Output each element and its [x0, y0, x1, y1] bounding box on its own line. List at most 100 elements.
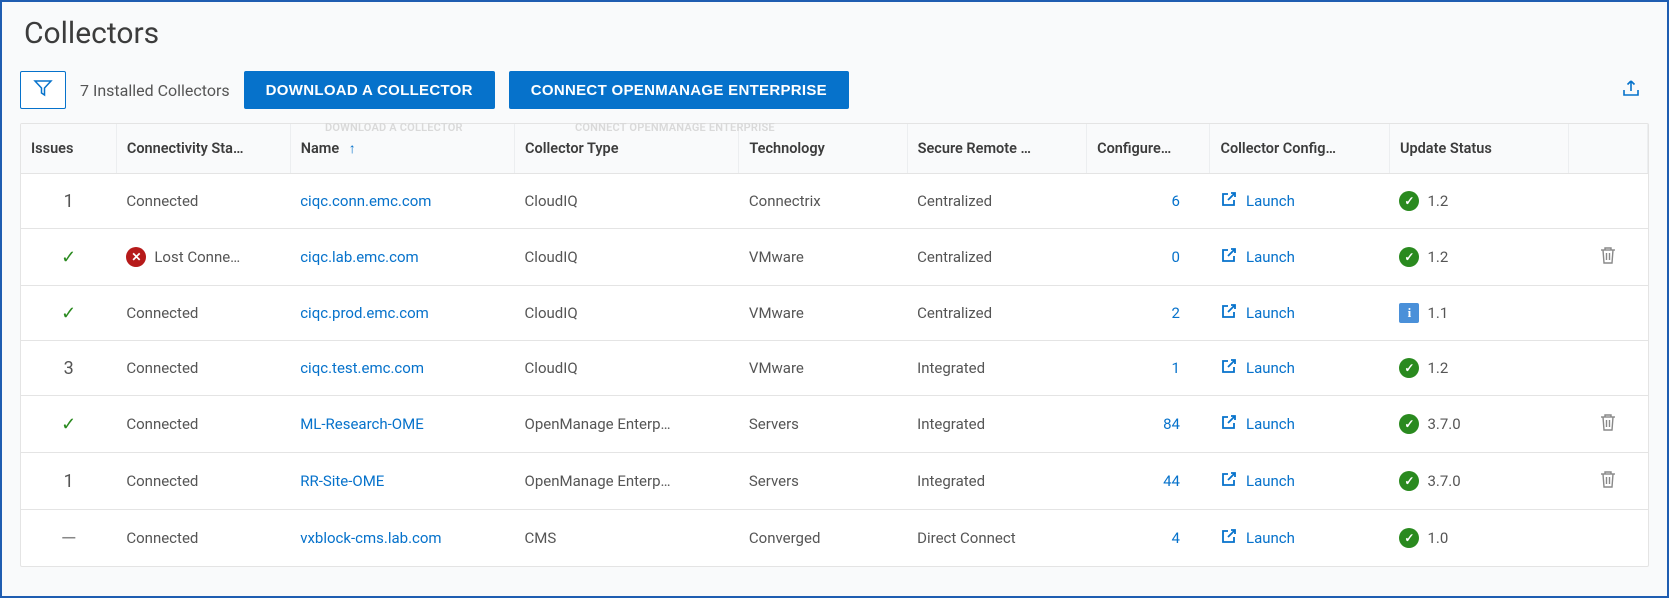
cell-actions — [1569, 510, 1648, 567]
ok-icon — [1399, 358, 1419, 378]
launch-icon — [1220, 470, 1238, 492]
cell-update-status: 3.7.0 — [1389, 453, 1568, 510]
info-icon — [1399, 303, 1419, 323]
delete-button[interactable] — [1599, 475, 1617, 493]
cell-configured: 6 — [1087, 174, 1210, 229]
cell-name: ciqc.prod.emc.com — [290, 286, 514, 341]
cell-connectivity: Connected — [116, 453, 290, 510]
column-header-collector-config[interactable]: Collector Config… — [1210, 124, 1389, 174]
launch-button[interactable]: Launch — [1220, 527, 1379, 549]
page-title: Collectors — [24, 16, 1649, 51]
cell-connectivity: Lost Conne… — [116, 229, 290, 286]
configured-count-link[interactable]: 44 — [1163, 472, 1180, 490]
launch-button[interactable]: Launch — [1220, 470, 1379, 492]
cell-actions — [1569, 174, 1648, 229]
update-version-label: 1.2 — [1427, 359, 1448, 377]
collector-name-link[interactable]: RR-Site-OME — [300, 472, 384, 490]
configured-count-link[interactable]: 84 — [1163, 415, 1180, 433]
cell-secure-remote: Direct Connect — [907, 510, 1086, 567]
table-row[interactable]: ✓Connectedciqc.prod.emc.comCloudIQVMware… — [21, 286, 1648, 341]
filter-icon — [33, 79, 53, 101]
configured-count-link[interactable]: 6 — [1172, 192, 1180, 210]
cell-collector-config: Launch — [1210, 510, 1389, 567]
table-row[interactable]: 1Connectedciqc.conn.emc.comCloudIQConnec… — [21, 174, 1648, 229]
launch-button[interactable]: Launch — [1220, 357, 1379, 379]
configured-count-link[interactable]: 0 — [1172, 248, 1180, 266]
update-version-label: 3.7.0 — [1427, 472, 1460, 490]
table-row[interactable]: ✓Lost Conne…ciqc.lab.emc.comCloudIQVMwar… — [21, 229, 1648, 286]
collector-name-link[interactable]: ciqc.lab.emc.com — [300, 248, 419, 266]
cell-secure-remote: Integrated — [907, 396, 1086, 453]
cell-actions — [1569, 286, 1648, 341]
table-row[interactable]: —Connectedvxblock-cms.lab.comCMSConverge… — [21, 510, 1648, 567]
collector-name-link[interactable]: ciqc.prod.emc.com — [300, 304, 429, 322]
cell-issues: ✓ — [21, 286, 116, 341]
connectivity-status-label: Connected — [126, 529, 198, 547]
launch-label: Launch — [1246, 472, 1295, 490]
launch-label: Launch — [1246, 192, 1295, 210]
launch-icon — [1220, 302, 1238, 324]
update-version-label: 1.0 — [1427, 529, 1448, 547]
launch-label: Launch — [1246, 248, 1295, 266]
connectivity-status-label: Connected — [126, 415, 198, 433]
delete-button[interactable] — [1599, 251, 1617, 269]
collector-name-link[interactable]: ciqc.conn.emc.com — [300, 192, 431, 210]
connectivity-status-label: Connected — [126, 192, 198, 210]
launch-icon — [1220, 357, 1238, 379]
issues-count: 1 — [64, 471, 74, 492]
cell-collector-type: CloudIQ — [515, 174, 739, 229]
cell-technology: Converged — [739, 510, 907, 567]
collector-name-link[interactable]: ciqc.test.emc.com — [300, 359, 424, 377]
cell-secure-remote: Centralized — [907, 229, 1086, 286]
cell-collector-config: Launch — [1210, 396, 1389, 453]
delete-button[interactable] — [1599, 418, 1617, 436]
connect-openmanage-button[interactable]: CONNECT OPENMANAGE ENTERPRISE — [509, 71, 849, 109]
cell-name: ML-Research-OME — [290, 396, 514, 453]
export-button[interactable] — [1621, 78, 1649, 102]
toolbar: 7 Installed Collectors DOWNLOAD A COLLEC… — [20, 71, 1649, 109]
download-collector-button[interactable]: DOWNLOAD A COLLECTOR — [244, 71, 495, 109]
collector-name-link[interactable]: vxblock-cms.lab.com — [300, 529, 441, 547]
column-header-configured[interactable]: Configure… — [1087, 124, 1210, 174]
launch-button[interactable]: Launch — [1220, 302, 1379, 324]
launch-button[interactable]: Launch — [1220, 246, 1379, 268]
connectivity-status-label: Lost Conne… — [154, 248, 240, 266]
column-header-update-status[interactable]: Update Status — [1389, 124, 1568, 174]
table-row[interactable]: 1ConnectedRR-Site-OMEOpenManage Enterp…S… — [21, 453, 1648, 510]
configured-count-link[interactable]: 4 — [1172, 529, 1180, 547]
table-header-row: Issues Connectivity Sta… Name ↑ Collecto… — [21, 124, 1648, 174]
table-row[interactable]: ✓ConnectedML-Research-OMEOpenManage Ente… — [21, 396, 1648, 453]
cell-configured: 1 — [1087, 341, 1210, 396]
column-header-secure-remote[interactable]: Secure Remote … — [907, 124, 1086, 174]
launch-button[interactable]: Launch — [1220, 413, 1379, 435]
cell-secure-remote: Integrated — [907, 453, 1086, 510]
launch-icon — [1220, 190, 1238, 212]
column-header-issues[interactable]: Issues — [21, 124, 116, 174]
ok-icon — [1399, 414, 1419, 434]
cell-collector-config: Launch — [1210, 229, 1389, 286]
cell-collector-type: CloudIQ — [515, 229, 739, 286]
column-header-connectivity[interactable]: Connectivity Sta… — [116, 124, 290, 174]
launch-label: Launch — [1246, 304, 1295, 322]
cell-issues: ✓ — [21, 396, 116, 453]
collector-name-link[interactable]: ML-Research-OME — [300, 415, 424, 433]
launch-label: Launch — [1246, 529, 1295, 547]
cell-name: ciqc.test.emc.com — [290, 341, 514, 396]
cell-collector-config: Launch — [1210, 341, 1389, 396]
launch-label: Launch — [1246, 359, 1295, 377]
launch-button[interactable]: Launch — [1220, 190, 1379, 212]
trash-icon — [1599, 475, 1617, 493]
table-row[interactable]: 3Connectedciqc.test.emc.comCloudIQVMware… — [21, 341, 1648, 396]
cell-actions — [1569, 453, 1648, 510]
collectors-page: Collectors 7 Installed Collectors DOWNLO… — [0, 0, 1669, 598]
cell-collector-type: CMS — [515, 510, 739, 567]
cell-technology: VMware — [739, 286, 907, 341]
update-version-label: 3.7.0 — [1427, 415, 1460, 433]
cell-issues: 1 — [21, 174, 116, 229]
cell-actions — [1569, 341, 1648, 396]
cell-configured: 2 — [1087, 286, 1210, 341]
configured-count-link[interactable]: 2 — [1172, 304, 1180, 322]
cell-issues: 1 — [21, 453, 116, 510]
configured-count-link[interactable]: 1 — [1172, 359, 1180, 377]
filter-button[interactable] — [20, 71, 66, 109]
